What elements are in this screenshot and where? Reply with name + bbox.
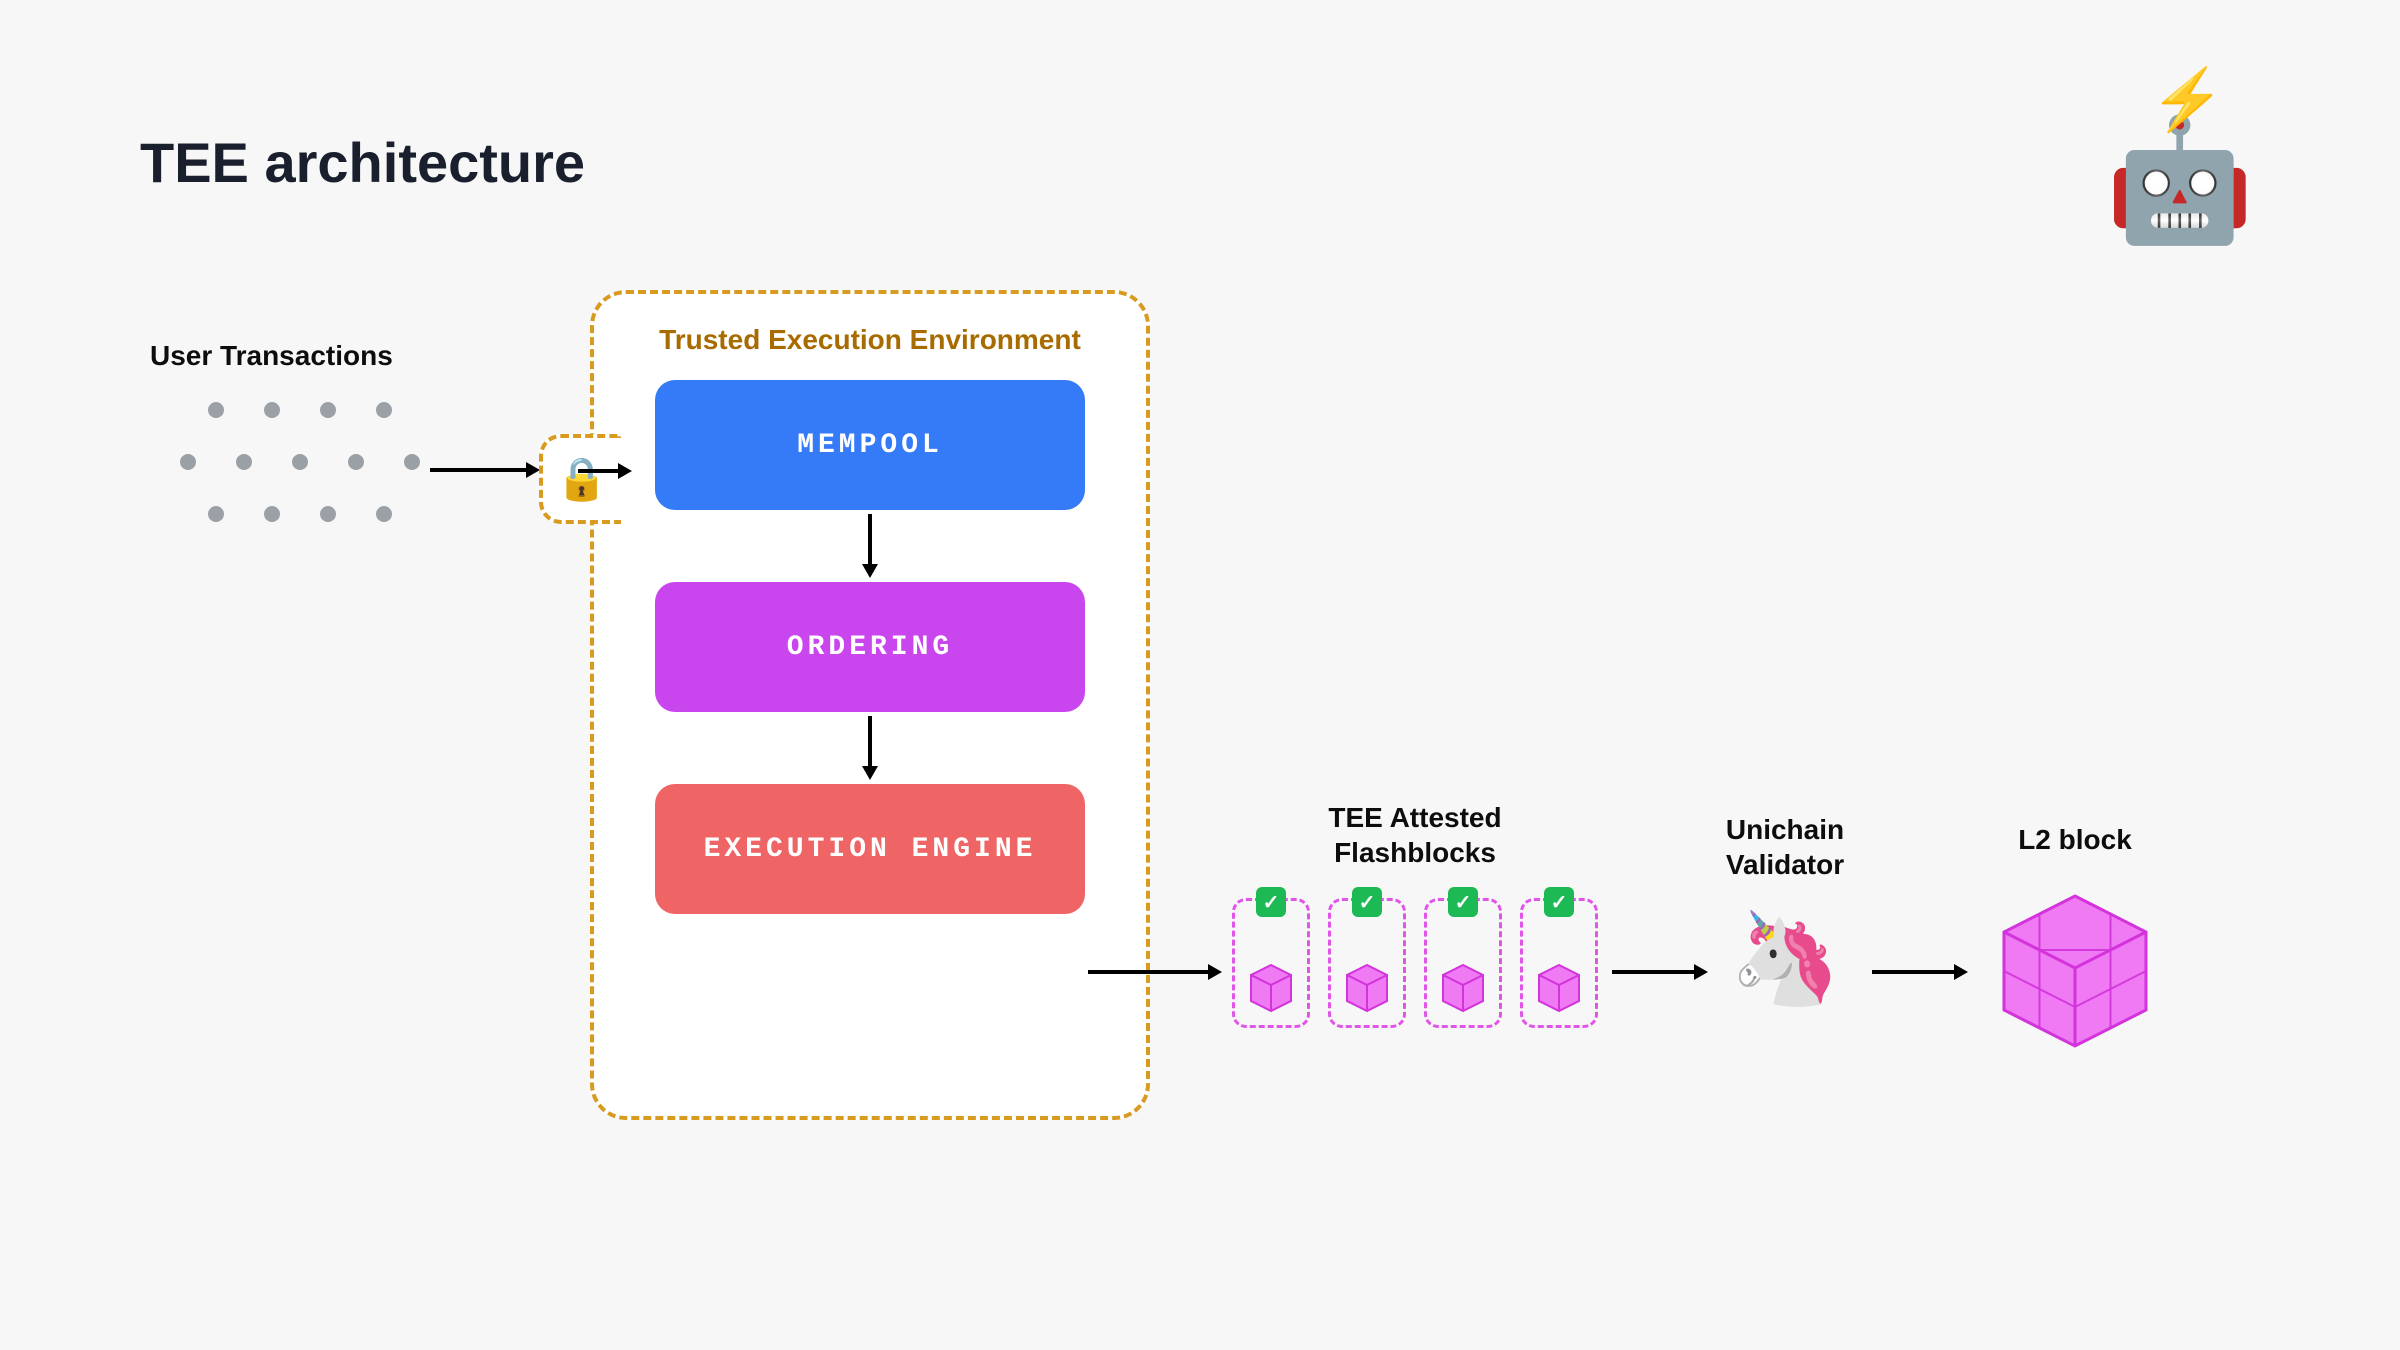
checkmark-icon: ✓ — [1448, 887, 1478, 917]
lightning-icon: ⚡ — [2150, 70, 2225, 130]
arrow-lock-to-mempool — [578, 459, 632, 483]
arrow-mempool-to-ordering — [858, 510, 882, 582]
unicorn-icon: 🦄 — [1685, 906, 1885, 1011]
checkmark-icon: ✓ — [1352, 887, 1382, 917]
diagram-title: TEE architecture — [140, 130, 585, 195]
transaction-dots — [150, 402, 450, 522]
flashblock-card: ✓ — [1424, 898, 1502, 1028]
arrow-execution-to-flashblocks — [1088, 960, 1222, 984]
l2-cube-icon — [2000, 892, 2150, 1050]
user-transactions-section: User Transactions — [150, 340, 450, 522]
validator-label: UnichainValidator — [1685, 812, 1885, 882]
cube-icon — [1249, 963, 1293, 1013]
ordering-stage: ORDERING — [655, 582, 1085, 712]
arrow-ordering-to-execution — [858, 712, 882, 784]
l2-block-section: L2 block — [1975, 824, 2175, 1050]
cube-icon — [1345, 963, 1389, 1013]
arrow-validator-to-l2 — [1872, 960, 1968, 984]
flashblock-card: ✓ — [1328, 898, 1406, 1028]
user-transactions-label: User Transactions — [150, 340, 450, 372]
flashblocks-section: TEE AttestedFlashblocks ✓ ✓ ✓ ✓ — [1230, 800, 1600, 1028]
checkmark-icon: ✓ — [1256, 887, 1286, 917]
cube-icon — [1537, 963, 1581, 1013]
flashblock-card: ✓ — [1232, 898, 1310, 1028]
l2-block-label: L2 block — [1975, 824, 2175, 856]
checkmark-icon: ✓ — [1544, 887, 1574, 917]
tee-container: 🔒 Trusted Execution Environment MEMPOOL … — [590, 290, 1150, 1120]
validator-section: UnichainValidator 🦄 — [1685, 812, 1885, 1011]
tee-label: Trusted Execution Environment — [634, 324, 1106, 356]
execution-stage: EXECUTION ENGINE — [655, 784, 1085, 914]
arrow-tx-to-lock — [430, 458, 540, 482]
flashblock-cards: ✓ ✓ ✓ ✓ — [1230, 898, 1600, 1028]
flashblocks-label: TEE AttestedFlashblocks — [1230, 800, 1600, 870]
flashblock-card: ✓ — [1520, 898, 1598, 1028]
mempool-stage: MEMPOOL — [655, 380, 1085, 510]
flashbots-robot-icon: 🤖⚡ — [2105, 105, 2255, 255]
cube-icon — [1441, 963, 1485, 1013]
